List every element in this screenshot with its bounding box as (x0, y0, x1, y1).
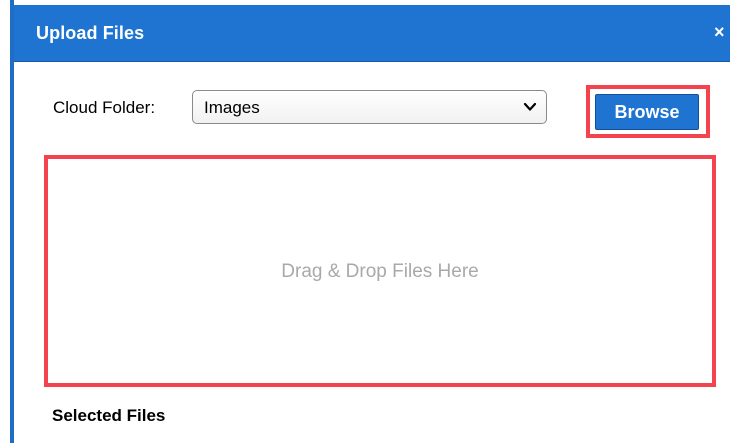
chevron-down-icon (523, 102, 537, 111)
drop-zone-text: Drag & Drop Files Here (281, 261, 479, 282)
cloud-folder-select[interactable]: Images (192, 90, 547, 124)
dialog-left-border (10, 0, 14, 443)
cloud-folder-label: Cloud Folder: (53, 98, 156, 117)
file-drop-zone[interactable]: Drag & Drop Files Here (44, 155, 716, 387)
upload-files-dialog: Upload Files × Cloud Folder: Images Brow… (0, 0, 730, 443)
cloud-folder-selected-value: Images (204, 98, 260, 117)
dialog-titlebar: Upload Files × (14, 5, 730, 62)
browse-button[interactable]: Browse (595, 94, 699, 130)
dialog-title: Upload Files (36, 23, 145, 43)
close-icon[interactable]: × (714, 22, 730, 42)
selected-files-heading: Selected Files (52, 406, 166, 425)
